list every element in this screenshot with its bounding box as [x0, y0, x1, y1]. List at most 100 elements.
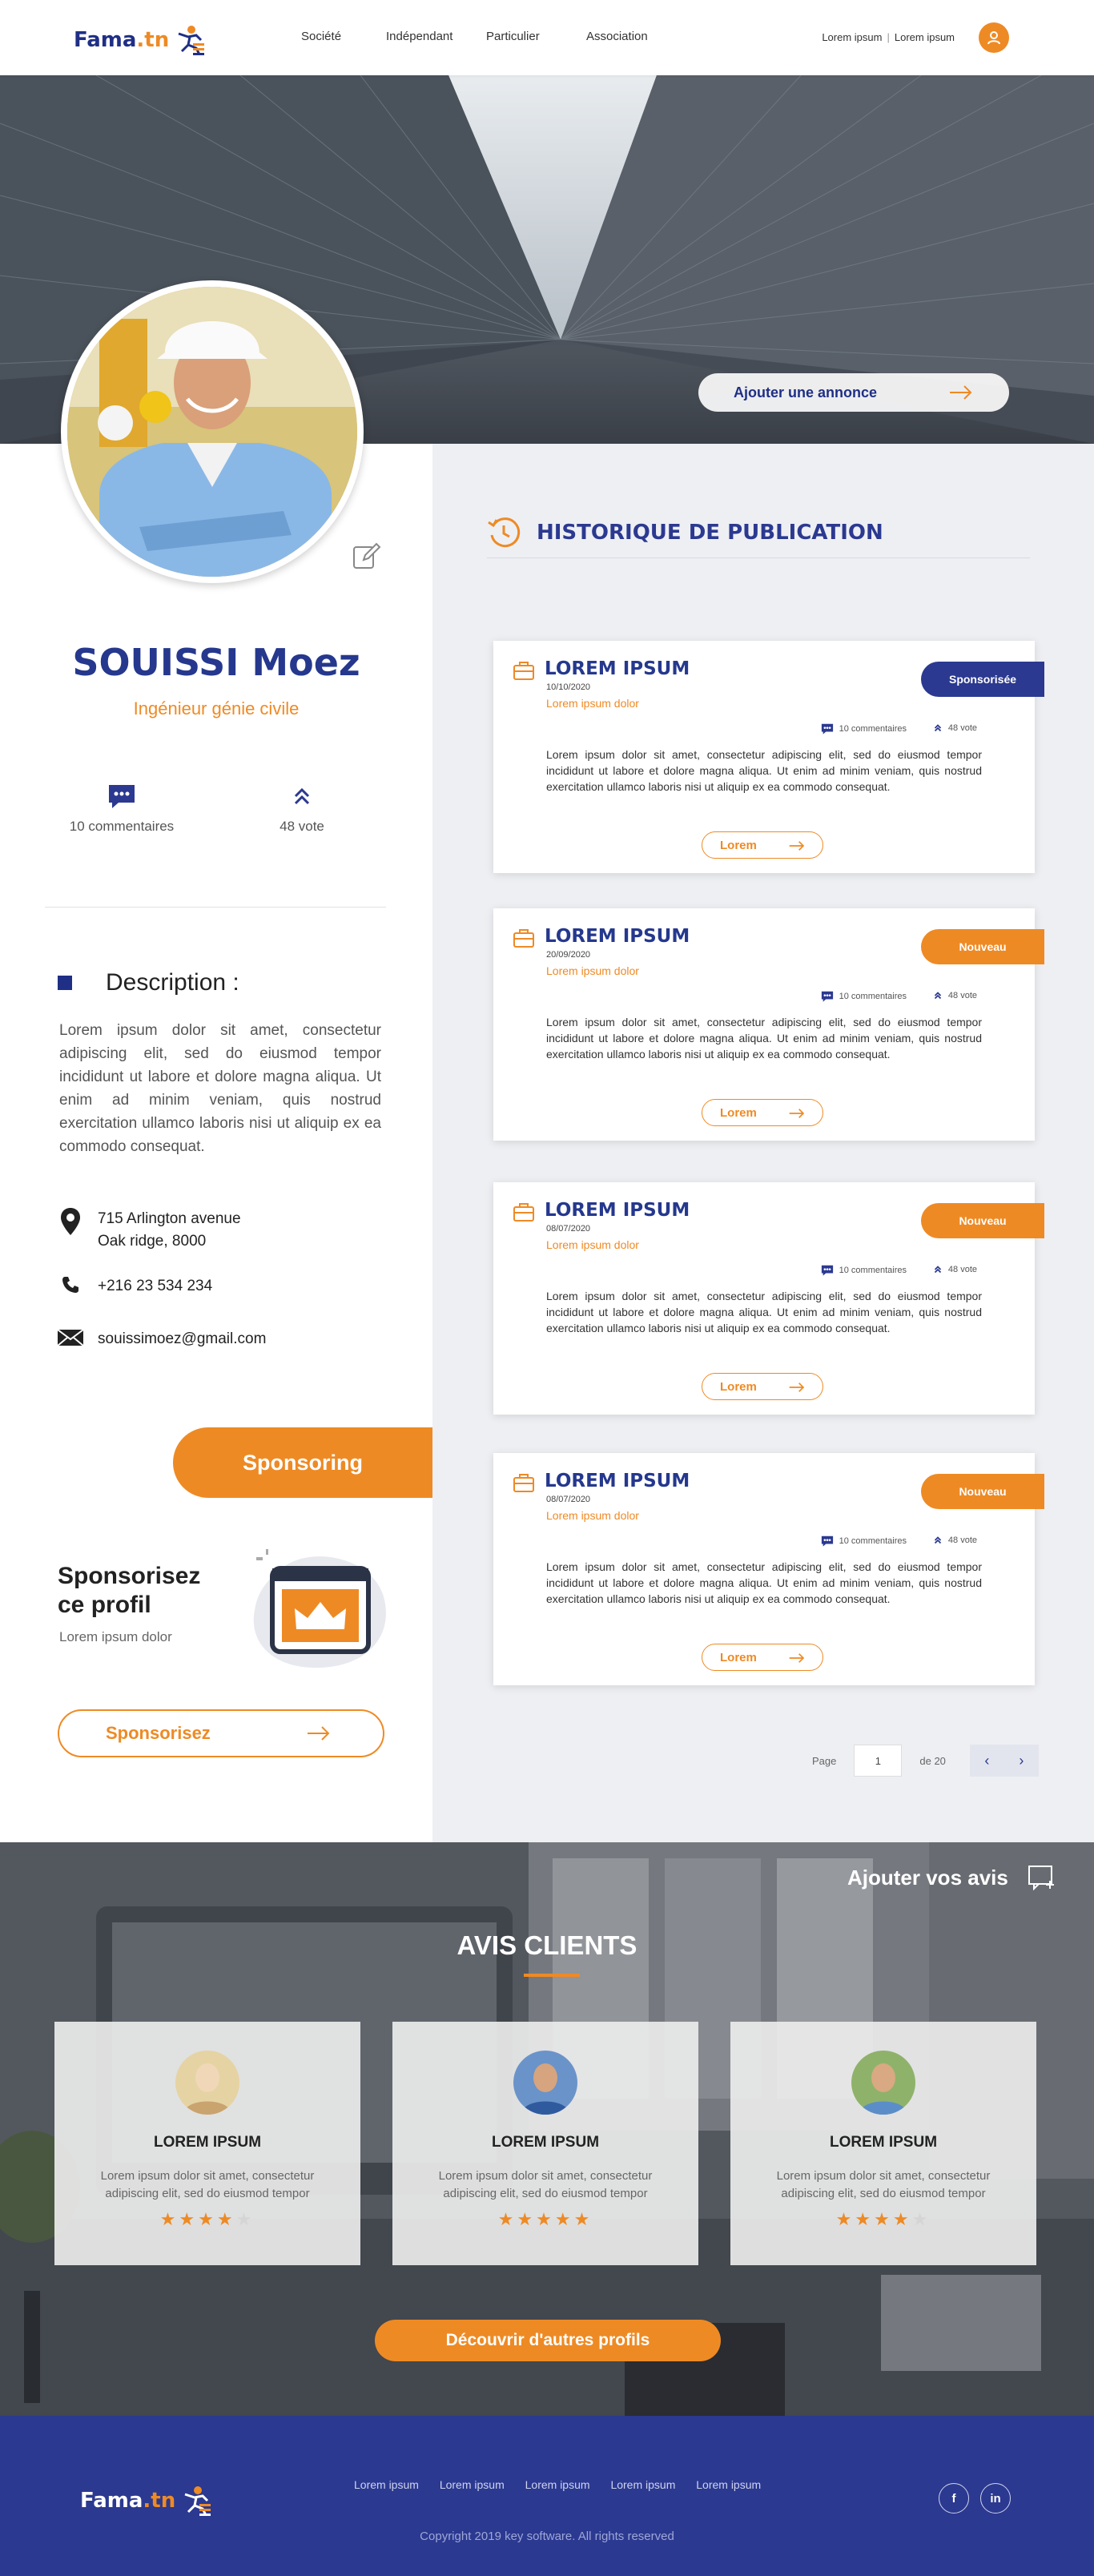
phone-text[interactable]: +216 23 534 234 — [98, 1275, 212, 1298]
footer-link[interactable]: Lorem ipsum — [610, 2478, 675, 2491]
review-rating: ★★★★★ — [54, 2209, 360, 2230]
sponsor-profile-title: Sponsorisez ce profil — [58, 1562, 200, 1620]
nav-particulier[interactable]: Particulier — [486, 30, 540, 43]
square-bullet-icon — [58, 976, 72, 990]
star-filled-icon: ★ — [554, 2209, 574, 2229]
discover-profiles-button[interactable]: Découvrir d'autres profils — [375, 2320, 721, 2361]
card-votes-count: 48 vote — [947, 1536, 977, 1545]
logo-suffix: .tn — [136, 28, 170, 52]
pagination-arrows: ‹ › — [969, 1745, 1039, 1777]
card-action-label: Lorem — [720, 1379, 757, 1394]
briefcase-icon — [513, 929, 534, 948]
add-annonce-button[interactable]: Ajouter une annonce — [698, 373, 1009, 412]
logo-mark-icon — [178, 26, 205, 55]
facebook-icon[interactable]: f — [939, 2483, 969, 2514]
description-heading: Description : — [58, 969, 239, 996]
address-line-1: 715 Arlington avenue — [98, 1210, 241, 1227]
sponsoring-tab[interactable]: Sponsoring — [173, 1427, 432, 1498]
comments-stat: 10 commentaires — [58, 782, 186, 835]
card-action-button[interactable]: Lorem — [702, 1644, 823, 1671]
edit-profile-icon[interactable] — [351, 541, 381, 571]
review-rating: ★★★★★ — [730, 2209, 1036, 2230]
logo-text: Fama — [74, 28, 137, 52]
upvote-chevron-icon — [934, 1536, 942, 1544]
upvote-chevron-icon — [934, 992, 942, 1000]
reviewer-name: LOREM IPSUM — [829, 2134, 938, 2151]
reviews-title: AVIS CLIENTS — [457, 1930, 637, 1960]
card-title: LOREM IPSUM — [545, 658, 690, 679]
add-review-button[interactable]: Ajouter vos avis — [847, 1865, 1056, 1890]
card-text: Lorem ipsum dolor sit amet, consectetur … — [546, 1560, 982, 1605]
card-status-badge: Sponsorisée — [921, 662, 1044, 697]
next-page-icon[interactable]: › — [1019, 1753, 1024, 1769]
card-action-label: Lorem — [720, 1105, 757, 1120]
star-filled-icon: ★ — [874, 2209, 893, 2229]
nav-association[interactable]: Association — [586, 30, 648, 43]
add-annonce-label: Ajouter une annonce — [734, 384, 878, 400]
star-empty-icon: ★ — [235, 2209, 255, 2229]
header-link-1[interactable]: Lorem ipsum — [822, 31, 882, 43]
card-comments: 10 commentaires — [820, 990, 907, 1003]
footer-logo[interactable]: Fama .tn — [80, 2485, 214, 2517]
briefcase-icon — [513, 1203, 534, 1222]
footer-link[interactable]: Lorem ipsum — [440, 2478, 505, 2491]
nav-societe[interactable]: Société — [301, 30, 341, 43]
linkedin-icon[interactable]: in — [980, 2483, 1011, 2514]
star-filled-icon: ★ — [159, 2209, 179, 2229]
page-number-input[interactable] — [854, 1745, 903, 1777]
upvote-chevron-icon — [934, 1266, 942, 1274]
star-filled-icon: ★ — [573, 2209, 593, 2229]
reviewer-name: LOREM IPSUM — [491, 2134, 600, 2151]
comment-bubble-icon — [821, 1265, 833, 1276]
location-pin-icon — [58, 1208, 83, 1235]
card-votes-count: 48 vote — [947, 723, 977, 733]
sponsor-title-line-2: ce profil — [58, 1592, 151, 1618]
footer-logo-suffix: .tn — [143, 2489, 176, 2513]
page-label: Page — [812, 1754, 837, 1767]
add-review-label: Ajouter vos avis — [847, 1865, 1008, 1890]
sponsor-subtitle: Lorem ipsum dolor — [59, 1629, 172, 1644]
card-votes: 48 vote — [932, 1264, 977, 1275]
card-votes-count: 48 vote — [947, 991, 977, 1000]
previous-page-icon[interactable]: ‹ — [984, 1753, 989, 1769]
star-empty-icon: ★ — [911, 2209, 931, 2229]
review-rating: ★★★★★ — [392, 2209, 698, 2230]
sponsorize-label: Sponsorisez — [106, 1723, 211, 1743]
card-action-button[interactable]: Lorem — [702, 831, 823, 859]
phone-icon — [58, 1275, 83, 1294]
sponsorize-button[interactable]: Sponsorisez — [58, 1709, 384, 1757]
copyright-text: Copyright 2019 key software. All rights … — [420, 2530, 674, 2543]
page-total: de 20 — [919, 1754, 946, 1767]
history-divider — [487, 557, 1030, 558]
footer-link[interactable]: Lorem ipsum — [696, 2478, 761, 2491]
card-date: 08/07/2020 — [546, 1495, 591, 1504]
nav-independant[interactable]: Indépendant — [386, 30, 452, 43]
card-action-button[interactable]: Lorem — [702, 1099, 823, 1126]
user-account-button[interactable] — [979, 22, 1009, 53]
arrow-right-icon — [789, 1109, 805, 1118]
publication-card: LOREM IPSUM 10/10/2020 Lorem ipsum dolor… — [493, 641, 1044, 873]
footer-link[interactable]: Lorem ipsum — [354, 2478, 419, 2491]
comment-bubble-icon — [821, 723, 833, 735]
card-subtitle: Lorem ipsum dolor — [546, 1238, 639, 1251]
card-votes: 48 vote — [932, 1535, 977, 1546]
card-action-button[interactable]: Lorem — [702, 1373, 823, 1400]
publication-card: LOREM IPSUM 08/07/2020 Lorem ipsum dolor… — [493, 1453, 1044, 1685]
briefcase-icon — [513, 662, 534, 680]
footer-link[interactable]: Lorem ipsum — [525, 2478, 590, 2491]
email-text[interactable]: souissimoez@gmail.com — [98, 1328, 266, 1350]
logo[interactable]: Fama .tn — [74, 24, 207, 56]
upvote-chevron-icon — [934, 724, 942, 732]
arrow-right-icon — [789, 1653, 805, 1663]
review-card: LOREM IPSUM Lorem ipsum dolor sit amet, … — [392, 2022, 698, 2265]
reviewer-avatar — [851, 2051, 915, 2115]
address-line-2: Oak ridge, 8000 — [98, 1233, 207, 1250]
publication-card: LOREM IPSUM 08/07/2020 Lorem ipsum dolor… — [493, 1182, 1044, 1415]
card-status-badge: Nouveau — [921, 929, 1044, 964]
review-text: Lorem ipsum dolor sit amet, consectetur … — [438, 2169, 653, 2200]
reviews-title-underline — [524, 1974, 580, 1977]
header-links: Lorem ipsum | Lorem ipsum — [822, 31, 955, 43]
history-clock-icon — [488, 517, 521, 548]
email-contact: souissimoez@gmail.com — [58, 1328, 266, 1350]
header-link-2[interactable]: Lorem ipsum — [895, 31, 955, 43]
